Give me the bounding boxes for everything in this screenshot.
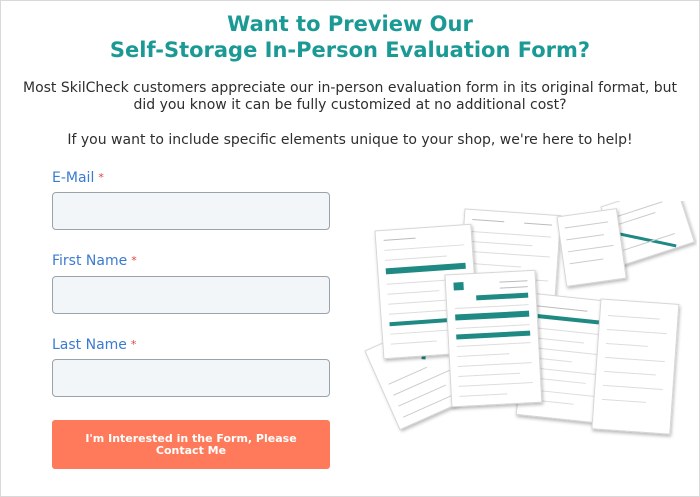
page-title-line-2: Self-Storage In-Person Evaluation Form? bbox=[109, 38, 591, 62]
form-preview-image bbox=[364, 201, 695, 435]
intro-paragraph: Most SkilCheck customers appreciate our … bbox=[22, 80, 678, 113]
last-name-label-text: Last Name bbox=[52, 337, 127, 353]
contact-me-button[interactable]: I'm Interested in the Form, Please Conta… bbox=[52, 420, 330, 469]
required-marker: * bbox=[131, 254, 137, 267]
page-title: Want to Preview Our Self-Storage In-Pers… bbox=[1, 11, 699, 63]
email-label-text: E-Mail bbox=[52, 170, 95, 186]
last-name-label: Last Name * bbox=[52, 336, 136, 354]
last-name-field[interactable] bbox=[52, 359, 330, 397]
required-marker: * bbox=[130, 338, 137, 351]
email-field[interactable] bbox=[52, 192, 330, 230]
page-title-line-1: Want to Preview Our bbox=[227, 12, 473, 36]
required-marker: * bbox=[98, 171, 104, 184]
customization-note: If you want to include specific elements… bbox=[67, 132, 633, 148]
form-page-center bbox=[444, 269, 543, 408]
first-name-label: First Name * bbox=[52, 252, 137, 270]
form-page-mid-right bbox=[556, 208, 627, 287]
form-preview-panel: Want to Preview Our Self-Storage In-Pers… bbox=[0, 0, 700, 497]
first-name-label-text: First Name bbox=[52, 253, 128, 269]
form-page-far-right bbox=[591, 298, 680, 435]
first-name-field[interactable] bbox=[52, 276, 330, 314]
email-label: E-Mail * bbox=[52, 169, 104, 187]
